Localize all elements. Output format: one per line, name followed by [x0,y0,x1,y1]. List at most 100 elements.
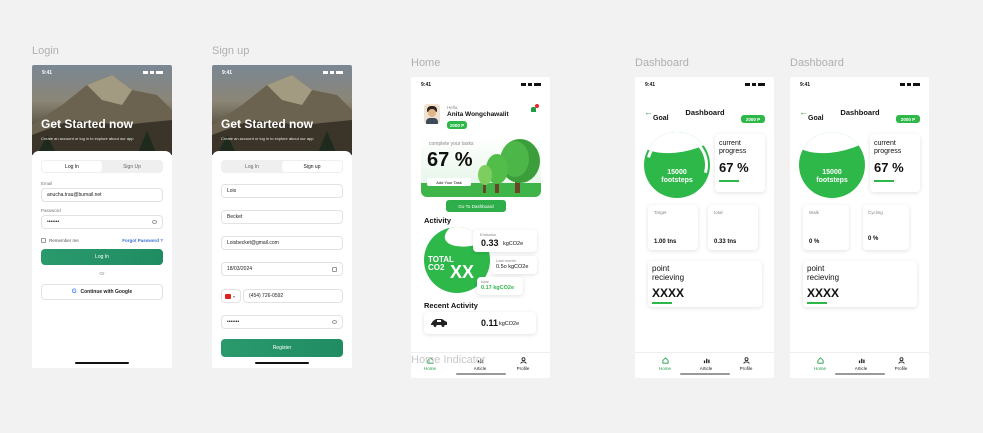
stat1-label: Walk [809,210,819,215]
signup-sheet: Log In Sign up Lois Becket Loisbecket@gm… [212,151,352,368]
chevron-down-icon: ▾ [233,293,236,299]
status-icons [141,70,163,74]
tab-profile[interactable]: Profile [886,357,916,371]
gauge-unit: footsteps [816,177,848,184]
status-time: 9:41 [222,70,233,76]
tab-bar: Home Article Profile [790,352,929,378]
stat-card-target: Target 1.00 tns [648,205,698,250]
login-screen: 9:41 Get Started now Create an account o… [32,65,172,368]
country-code-select[interactable]: ▾ [221,289,241,303]
email-field[interactable]: Loisbecket@gmail.com [221,236,343,250]
profile-icon [519,357,527,364]
remember-row: Remember me [41,238,79,243]
remember-checkbox[interactable] [41,238,46,243]
tab-article-label: Article [473,366,487,371]
points-badge: 2000 P [896,115,920,123]
auth-tabs: Log In Sign up [221,160,343,173]
tab-login[interactable]: Log In [42,161,102,172]
mountain-image [32,75,172,155]
login-button[interactable]: Log In [41,249,163,265]
status-icons [321,70,343,74]
recent-activity-card[interactable]: 0.11 kgCO2e [424,312,536,334]
tab-article[interactable]: Article [846,357,876,371]
home-indicator [255,362,309,364]
status-time: 9:41 [421,82,432,88]
stat2-label: total [714,210,723,215]
google-button[interactable]: G Continue with Google [41,284,163,300]
password-value: ••••••• [227,319,240,325]
tab-home[interactable]: Home [650,357,680,371]
register-button[interactable]: Register [221,339,343,357]
password-value: ••••••• [47,219,60,225]
status-icons [898,82,920,86]
calendar-icon[interactable] [332,267,337,272]
goal-label: Goal [653,115,669,122]
google-button-label: Continue with Google [80,289,133,295]
tab-bar: Home Article Profile [635,352,774,378]
password-field[interactable]: ••••••• [221,315,343,329]
goto-dashboard-button[interactable]: Go To Dashboard [446,200,506,212]
task-card: complete your tasks 67 % Add Your Task [421,137,541,197]
tab-profile[interactable]: Profile [508,357,538,371]
eye-icon[interactable] [152,220,157,224]
point-underline [652,302,672,304]
stat-card-walk: Walk 0 % [803,205,849,250]
tab-home[interactable]: Home [805,357,835,371]
first-name-field[interactable]: Lois [221,184,343,198]
eye-icon[interactable] [332,320,337,324]
tab-article[interactable]: Article [691,357,721,371]
home-indicator [680,373,730,375]
total-small-card: total 0.17 kgCO2e [477,277,523,295]
hero-subtitle: Create an account or log in to explore a… [221,136,314,141]
tab-home-label: Home [658,366,671,371]
trees-illustration [478,139,540,193]
or-divider: Or [99,271,105,276]
tab-signup[interactable]: Sign Up [102,161,162,172]
stat1-value: 0 % [809,239,820,245]
bell-icon[interactable] [531,104,539,114]
password-field[interactable]: ••••••• [41,215,163,229]
progress-label: current progress [874,140,902,155]
progress-value: 67 % [874,160,904,175]
home-indicator [456,373,506,375]
frame-label-login: Login [32,45,59,57]
stat-card-cycling: Cycling 0 % [863,205,909,250]
tab-article-label: Article [854,366,868,371]
task-percent: 67 % [427,149,473,171]
total-small-value: 0.17 kgCO2e [481,285,515,291]
dob-field[interactable]: 18/03/2024 [221,262,343,276]
emission-value: 0.33 [481,238,499,248]
last-month-label: Last month [496,258,516,263]
status-icons [743,82,765,86]
frame-label-home: Home [411,57,441,69]
complete-tasks-text: complete your tasks [429,141,474,147]
dob-value: 18/03/2024 [227,266,253,272]
email-field[interactable]: anucha.trau@bumail.net [41,188,163,202]
recent-activity-title: Recent Activity [424,301,478,310]
last-name-field[interactable]: Becket [221,210,343,224]
user-name: Anita Wongchawalit [447,111,509,118]
login-sheet: Log In Sign Up Email anucha.trau@bumail.… [32,151,172,368]
emission-unit: kgCO2e [503,241,524,247]
car-icon [431,319,447,327]
points-card: point recieving XXXX [648,261,762,307]
tab-signup[interactable]: Sign up [282,161,342,172]
recent-value: 0.11 [481,318,499,328]
last-month-value: 0.5o kgCO2e [496,264,529,270]
forgot-password-link[interactable]: Forgot Password ? [122,238,163,243]
avatar[interactable] [424,104,440,124]
activity-title: Activity [424,216,452,225]
progress-card: current progress 67 % [715,134,765,192]
goal-gauge: 15000 footsteps [799,132,865,198]
add-task-button[interactable]: Add Your Task [427,178,471,186]
point-value: XXXX [807,286,840,300]
points-badge: 2000 P [447,121,467,129]
tab-login[interactable]: Log In [222,161,282,172]
profile-icon [742,357,750,364]
tab-profile[interactable]: Profile [731,357,761,371]
status-icons [519,82,541,86]
stat-card-total: total 0.33 tns [708,205,758,250]
mountain-image [212,75,352,155]
phone-field[interactable]: (454) 726-0592 [243,289,343,303]
status-time: 9:41 [645,82,656,88]
